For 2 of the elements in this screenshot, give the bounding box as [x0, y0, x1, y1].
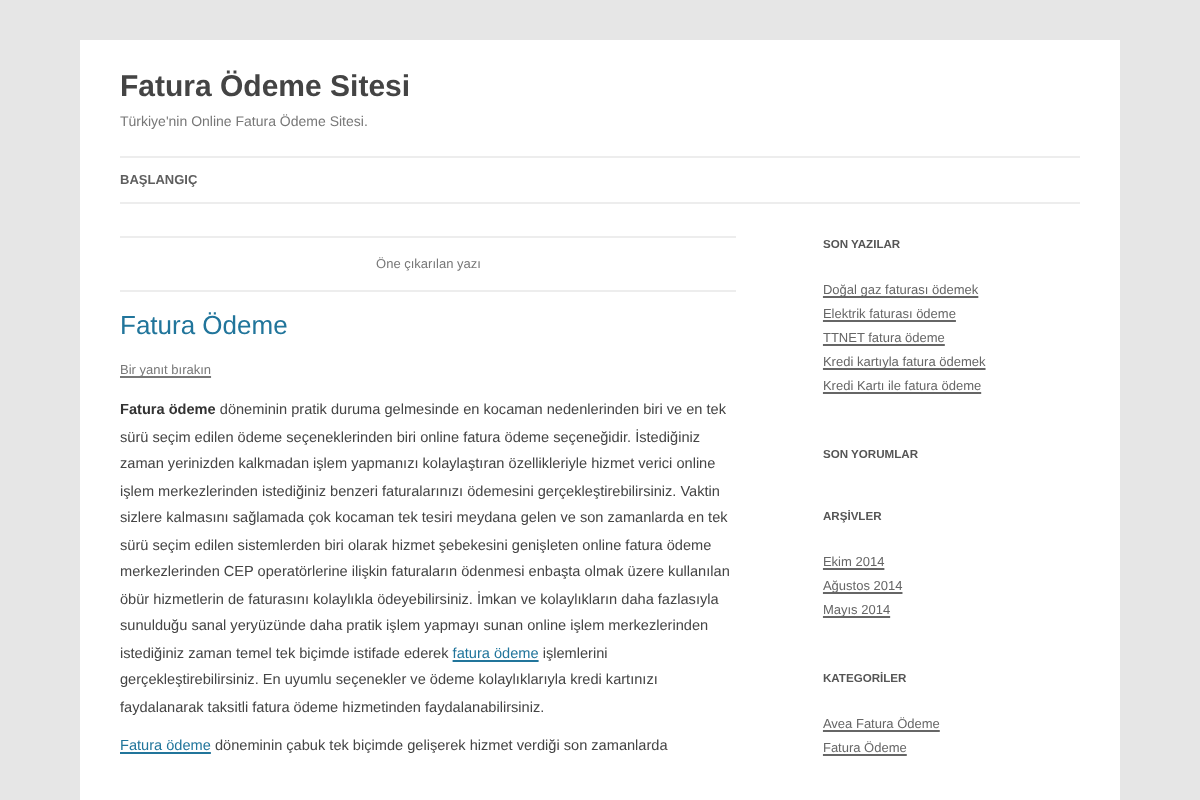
site-title[interactable]: Fatura Ödeme Sitesi	[120, 40, 1080, 104]
post-title[interactable]: Fatura Ödeme	[120, 310, 737, 340]
